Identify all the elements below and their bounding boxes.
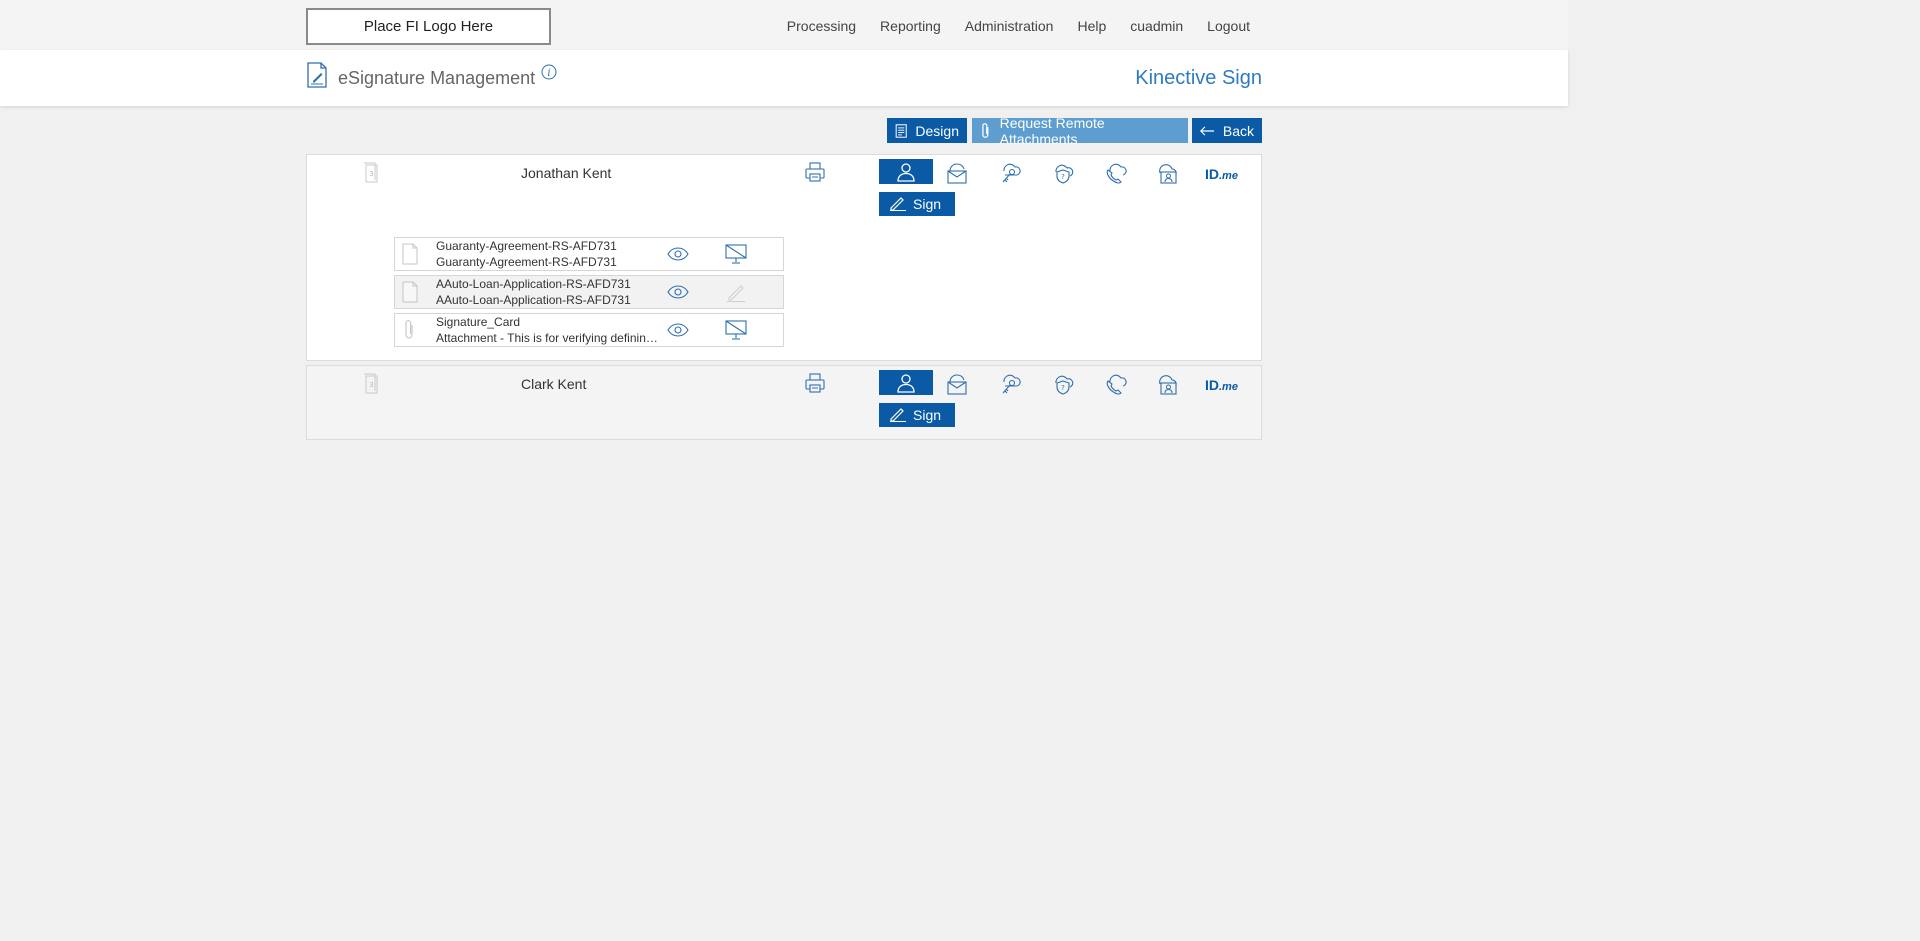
sign-button[interactable]: Sign <box>879 192 955 216</box>
brand-name: Kinective Sign <box>1135 67 1262 89</box>
sign-disabled-icon <box>727 285 745 302</box>
fi-logo: Place FI Logo Here <box>306 8 551 45</box>
document-name: Guaranty-Agreement-RS-AFD731 <box>436 239 617 253</box>
document-description: Guaranty-Agreement-RS-AFD731 <box>436 255 617 269</box>
sign-button[interactable]: Sign <box>879 403 955 427</box>
in-person-icon <box>897 373 915 393</box>
phone-icon[interactable] <box>1103 161 1127 185</box>
esign-document-icon <box>307 62 327 88</box>
idme-label: ID <box>1205 166 1219 182</box>
view-eye-icon[interactable] <box>667 285 689 299</box>
view-eye-icon[interactable] <box>667 247 689 261</box>
nav-logout[interactable]: Logout <box>1207 18 1250 34</box>
design-icon <box>895 123 907 138</box>
security-question-icon[interactable]: ? <box>1051 372 1075 396</box>
top-bar: Place FI Logo Here Processing Reporting … <box>0 0 1568 50</box>
request-remote-attachments-label: Request Remote Attachments <box>999 114 1105 147</box>
idme-logo[interactable]: ID.me <box>1205 166 1238 182</box>
nav-reporting[interactable]: Reporting <box>880 18 941 34</box>
sign-button-label: Sign <box>913 407 942 423</box>
email-icon[interactable] <box>945 372 969 396</box>
signer-name: Clark Kent <box>521 376 587 392</box>
nav-help[interactable]: Help <box>1077 18 1106 34</box>
signer-name: Jonathan Kent <box>521 165 612 181</box>
cloud-id-icon[interactable] <box>1156 372 1180 396</box>
screen-off-icon[interactable] <box>724 319 748 341</box>
svg-text:3: 3 <box>369 381 373 389</box>
paperclip-icon <box>405 320 413 339</box>
document-description: Attachment - This is for verifying defin… <box>436 331 664 345</box>
cloud-id-icon[interactable] <box>1156 161 1180 185</box>
screen-off-icon[interactable] <box>724 243 748 265</box>
in-person-icon <box>897 162 915 182</box>
request-remote-attachments-button[interactable]: Request Remote Attachments <box>972 115 1188 147</box>
pen-icon <box>890 408 906 422</box>
info-icon[interactable]: i <box>541 64 557 80</box>
nav-administration[interactable]: Administration <box>965 18 1054 34</box>
svg-text:3: 3 <box>369 170 373 178</box>
svg-text:?: ? <box>1061 173 1065 181</box>
idme-suffix: .me <box>1219 381 1238 393</box>
in-person-auth-button[interactable] <box>879 159 933 184</box>
nav-user[interactable]: cuadmin <box>1130 18 1183 34</box>
document-description: AAuto-Loan-Application-RS-AFD731 <box>436 293 631 307</box>
idme-logo[interactable]: ID.me <box>1205 377 1238 393</box>
email-icon[interactable] <box>945 161 969 185</box>
view-eye-icon[interactable] <box>667 323 689 337</box>
pen-icon <box>890 197 906 211</box>
key-icon[interactable] <box>998 161 1022 185</box>
arrow-left-icon <box>1200 125 1215 136</box>
document-row: Guaranty-Agreement-RS-AFD731 Guaranty-Ag… <box>394 237 784 271</box>
print-icon[interactable] <box>804 161 826 183</box>
key-icon[interactable] <box>998 372 1022 396</box>
attachment-row: Signature_Card Attachment - This is for … <box>394 313 784 347</box>
idme-label: ID <box>1205 377 1219 393</box>
print-icon[interactable] <box>804 372 826 394</box>
design-button[interactable]: Design <box>887 118 967 143</box>
paperclip-icon <box>982 122 989 138</box>
document-count-icon: 3 <box>364 373 378 394</box>
title-band: eSignature Management i Kinective Sign <box>0 50 1568 106</box>
signer-panel: 3 Jonathan Kent ? ID.me Sign Guaranty-Ag… <box>306 154 1262 361</box>
back-button[interactable]: Back <box>1192 118 1262 143</box>
svg-text:?: ? <box>1061 384 1065 392</box>
phone-icon[interactable] <box>1103 372 1127 396</box>
document-name: AAuto-Loan-Application-RS-AFD731 <box>436 277 631 291</box>
in-person-auth-button[interactable] <box>879 370 933 395</box>
document-icon <box>402 243 418 265</box>
document-icon <box>402 281 418 303</box>
page-title: eSignature Management <box>338 68 536 88</box>
design-button-label: Design <box>915 122 959 139</box>
document-name: Signature_Card <box>436 315 521 329</box>
main-nav: Processing Reporting Administration Help… <box>763 18 1250 34</box>
back-button-label: Back <box>1222 122 1254 139</box>
svg-text:i: i <box>547 68 550 79</box>
security-question-icon[interactable]: ? <box>1051 161 1075 185</box>
document-count-icon: 3 <box>364 162 378 183</box>
idme-suffix: .me <box>1219 170 1238 182</box>
document-row: AAuto-Loan-Application-RS-AFD731 AAuto-L… <box>394 275 784 309</box>
sign-button-label: Sign <box>913 196 942 212</box>
signer-panel: 3 Clark Kent ? ID.me Sign <box>306 365 1262 440</box>
nav-processing[interactable]: Processing <box>787 18 856 34</box>
